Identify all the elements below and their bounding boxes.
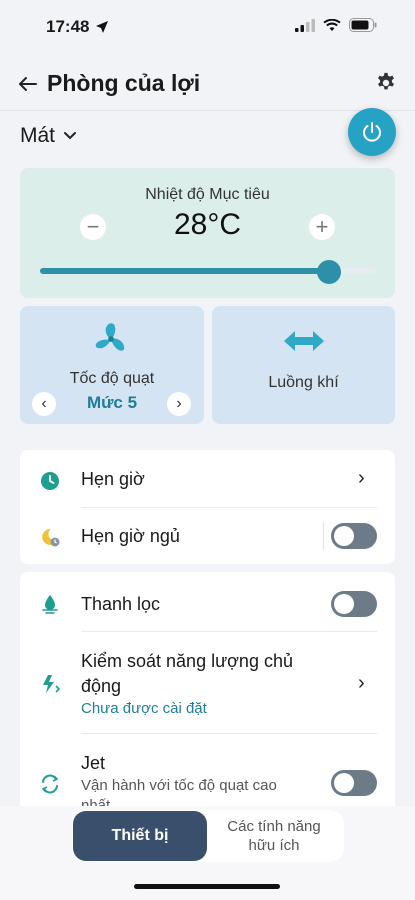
- home-indicator: [134, 884, 280, 889]
- mode-label: Mát: [20, 124, 56, 147]
- energy-label-line2: động: [81, 676, 122, 696]
- energy-label-line1: Kiểm soát năng lượng chủ: [81, 651, 293, 671]
- chevron-down-icon: [64, 132, 77, 140]
- page-title: Phòng của lợi: [47, 70, 201, 96]
- timer-chevron-icon[interactable]: ›: [358, 467, 365, 490]
- energy-chevron-icon[interactable]: ›: [358, 672, 365, 695]
- airflow-card[interactable]: [212, 306, 395, 424]
- power-button[interactable]: [348, 108, 396, 156]
- status-icons: [295, 18, 377, 32]
- location-arrow-icon: [96, 21, 109, 33]
- target-temp-label: Nhiệt độ Mục tiêu: [145, 186, 270, 203]
- back-arrow-icon[interactable]: [16, 72, 40, 96]
- energy-status: Chưa được cài đặt: [81, 700, 207, 717]
- clock-icon: [41, 472, 59, 490]
- timer-label: Hẹn giờ: [81, 469, 145, 489]
- wifi-icon: [323, 18, 341, 31]
- moon-clock-icon: [42, 528, 60, 547]
- purify-icon: [42, 595, 58, 614]
- airflow-label: Luồng khí: [268, 374, 339, 391]
- tab-useful-features[interactable]: Các tính năng hữu ích: [207, 811, 341, 861]
- status-time-text: 17:48: [46, 17, 90, 36]
- jet-description-line1: Vận hành với tốc độ quạt cao: [81, 777, 277, 794]
- toggle-separator: [323, 522, 324, 550]
- temp-slider-fill: [40, 268, 329, 274]
- purify-label: Thanh lọc: [81, 594, 161, 614]
- jet-toggle[interactable]: [331, 770, 377, 796]
- temp-slider-thumb[interactable]: [316, 260, 341, 284]
- tab-useful-features-line1: Các tính năng: [227, 818, 321, 835]
- row-divider: [81, 733, 377, 734]
- battery-icon: [349, 18, 377, 32]
- cellular-signal-icon: [295, 18, 315, 32]
- status-time: 17:48: [46, 17, 109, 37]
- row-divider: [81, 631, 377, 632]
- target-temp-value: 28°C: [173, 208, 242, 241]
- purify-toggle[interactable]: [331, 591, 377, 617]
- header-divider: [0, 110, 415, 111]
- toggle-knob: [334, 594, 354, 614]
- sleep-timer-label: Hẹn giờ ngủ: [81, 526, 180, 546]
- energy-icon: [43, 675, 61, 693]
- sleep-timer-toggle[interactable]: [331, 523, 377, 549]
- tab-device[interactable]: Thiết bị: [73, 811, 207, 861]
- double-arrow-icon: [284, 331, 324, 351]
- row-divider: [81, 507, 377, 508]
- fan-icon: [95, 323, 125, 351]
- power-icon: [363, 122, 381, 142]
- jet-label: Jet: [81, 753, 106, 773]
- fan-speed-decrease-button[interactable]: ‹: [32, 392, 56, 416]
- gear-icon[interactable]: [375, 72, 397, 94]
- temp-decrease-button[interactable]: −: [80, 214, 106, 240]
- fan-speed-increase-button[interactable]: ›: [167, 392, 191, 416]
- toggle-knob: [334, 773, 354, 793]
- fan-speed-label: Tốc độ quạt: [69, 370, 155, 387]
- temp-increase-button[interactable]: +: [309, 214, 335, 240]
- toggle-knob: [334, 526, 354, 546]
- jet-icon: [41, 774, 59, 794]
- tab-useful-features-line2: hữu ích: [248, 837, 300, 854]
- mode-selector[interactable]: Mát: [20, 124, 77, 148]
